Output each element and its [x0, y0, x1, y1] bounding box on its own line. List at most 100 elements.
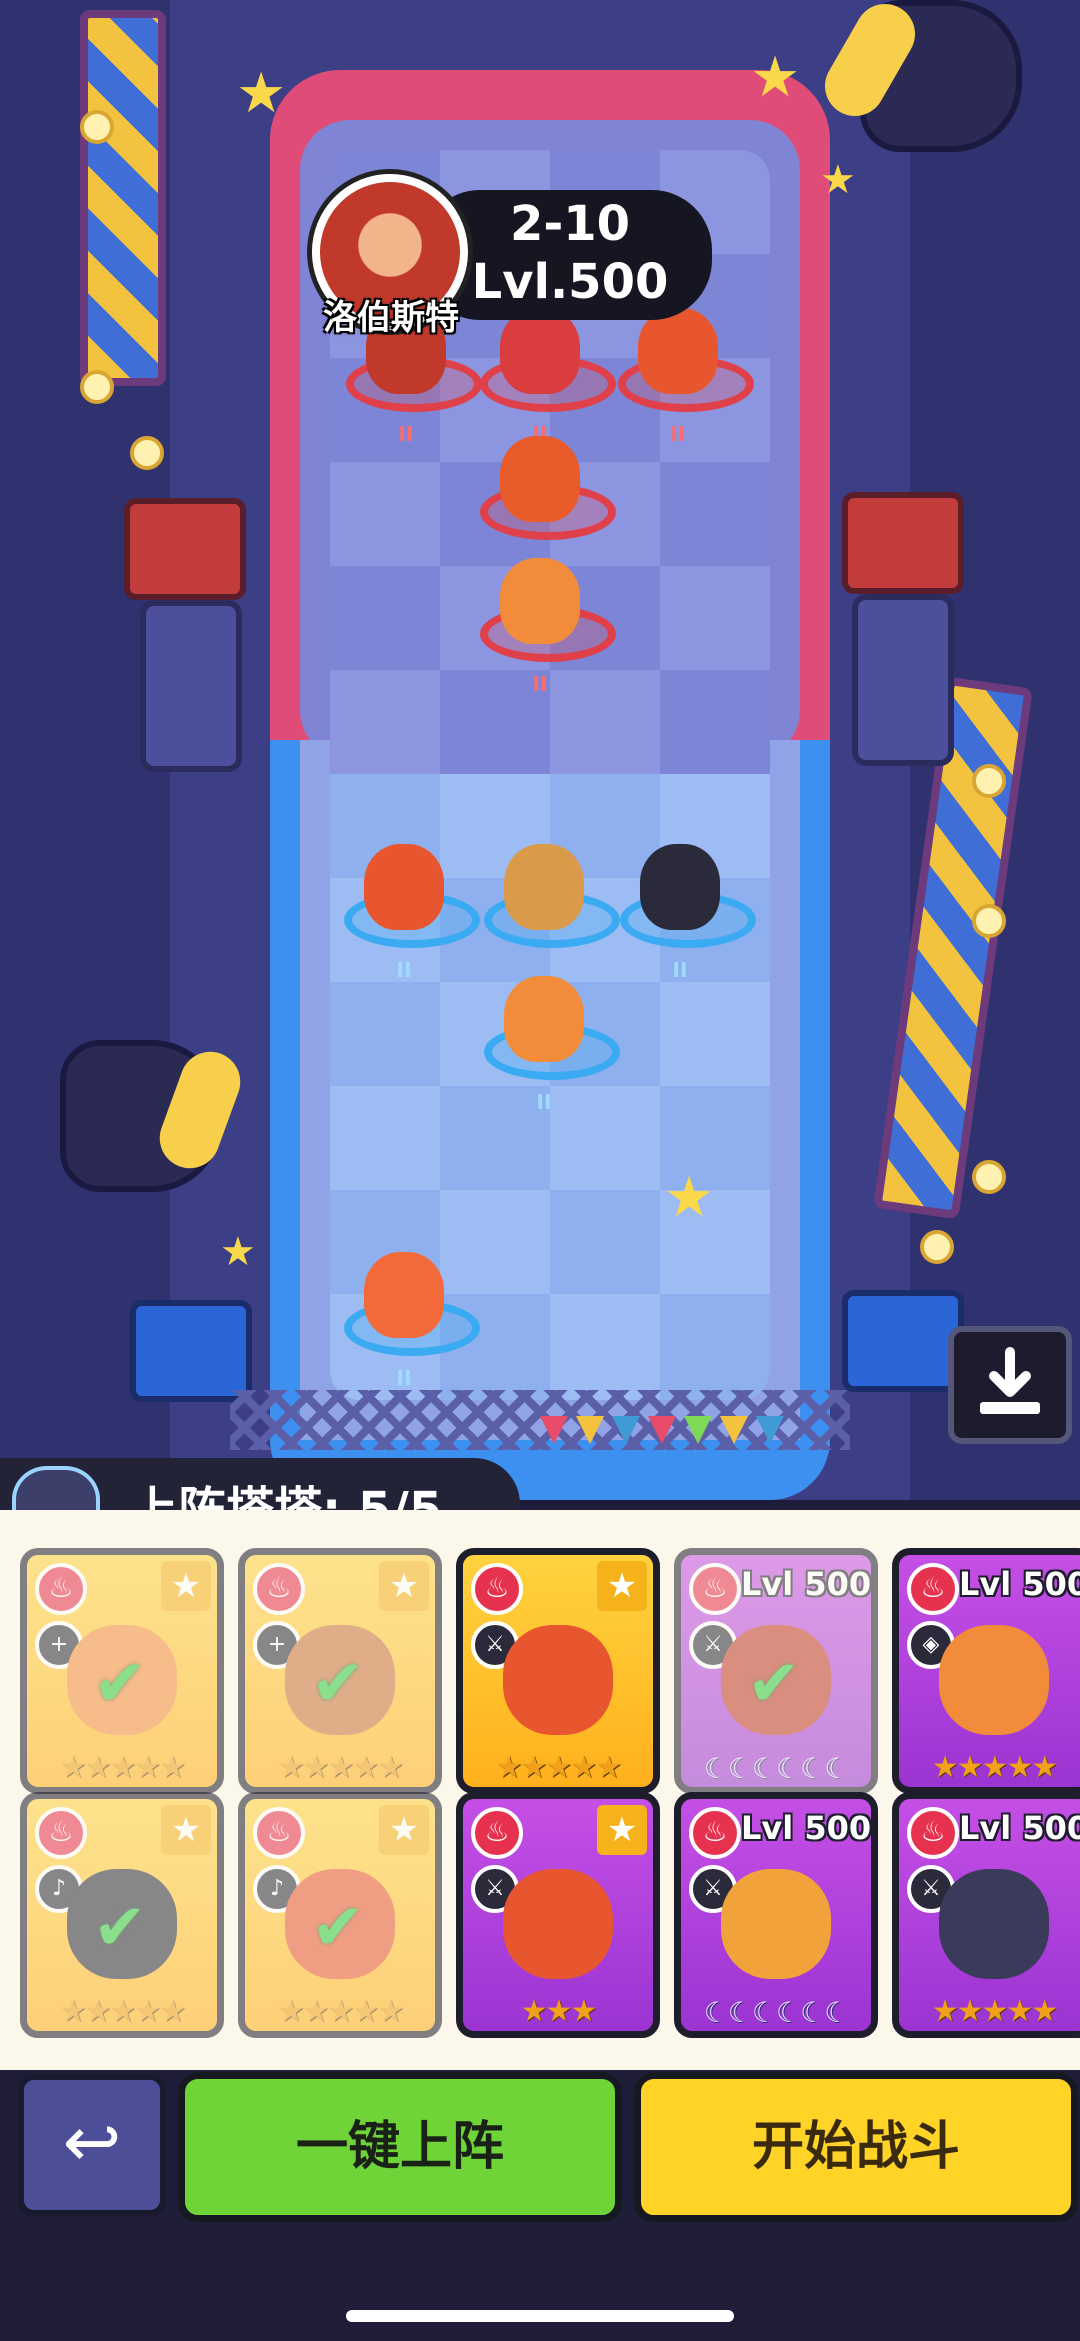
character-portrait — [721, 1869, 831, 1979]
blue-post-cap-right — [842, 1290, 964, 1392]
light-bulb — [972, 1160, 1006, 1194]
board-tile[interactable] — [550, 1294, 660, 1400]
unit-card[interactable]: ♨ ♪ ★ ✔ ★★★★★ — [238, 1792, 442, 2038]
light-bulb — [130, 436, 164, 470]
red-post-cap-left — [124, 498, 246, 600]
star-rating: ★★★★★ — [495, 1750, 622, 1785]
star-badge-icon: ★ — [161, 1805, 211, 1855]
unit-card[interactable]: ♨ + ★ ✔ ★★★★★ — [238, 1548, 442, 1794]
unit-card[interactable]: ♨ ⚔ ★ ★★★ — [456, 1792, 660, 2038]
star-badge-icon: ★ — [597, 1561, 647, 1611]
character-portrait — [503, 1625, 613, 1735]
unit-rank: II — [672, 958, 688, 982]
star-decoration: ★ — [664, 1165, 715, 1230]
red-post-cap-right — [842, 492, 964, 594]
star-rating: ★★★ — [520, 1994, 598, 2029]
board-tile[interactable] — [330, 670, 440, 780]
board-tile[interactable] — [330, 566, 440, 676]
ally-unit[interactable]: II — [484, 950, 620, 1114]
moon-rating: ☾☾☾☾☾☾ — [703, 1996, 850, 2029]
board-tile[interactable] — [330, 462, 440, 572]
board-tile[interactable] — [660, 566, 770, 676]
star-badge-icon: ★ — [379, 1805, 429, 1855]
unit-rank: II — [670, 422, 686, 446]
unit-card[interactable]: ♨ ◈ Lvl 500 ★★★★★ — [892, 1548, 1080, 1794]
star-badge-icon: ★ — [379, 1561, 429, 1611]
unit-card[interactable]: ♨ ⚔ Lvl 500 ★★★★★ — [892, 1792, 1080, 2038]
fire-element-icon: ♨ — [907, 1807, 959, 1859]
fire-element-icon: ♨ — [689, 1563, 741, 1615]
card-level: Lvl 500 — [741, 1565, 872, 1603]
light-bulb — [80, 110, 114, 144]
unit-rank: II — [396, 1366, 412, 1390]
fire-element-icon: ♨ — [253, 1563, 305, 1615]
star-decoration: ★ — [750, 45, 801, 110]
star-badge-icon: ★ — [597, 1805, 647, 1855]
fire-element-icon: ♨ — [471, 1807, 523, 1859]
light-bulb — [80, 370, 114, 404]
home-indicator[interactable] — [346, 2310, 734, 2322]
battle-arena: ★ ★ ★ ★ ★ II II II II II II II II 2-10 L… — [0, 0, 1080, 1500]
board-tile[interactable] — [660, 982, 770, 1092]
board-tile[interactable] — [660, 462, 770, 572]
unit-card[interactable]: ♨ ⚔ ★ ★★★★★ — [456, 1548, 660, 1794]
character-portrait — [939, 1625, 1049, 1735]
ally-unit[interactable]: II — [620, 818, 756, 982]
star-decoration: ★ — [236, 61, 287, 126]
board-tile[interactable] — [550, 1190, 660, 1300]
unit-rank: II — [536, 1090, 552, 1114]
star-rating: ★★★★★ — [277, 1994, 404, 2029]
star-badge-icon: ★ — [161, 1561, 211, 1611]
fire-element-icon: ♨ — [35, 1807, 87, 1859]
card-level: Lvl 500 — [959, 1809, 1080, 1847]
enemy-unit-sprite — [500, 558, 580, 644]
character-portrait — [939, 1869, 1049, 1979]
fire-element-icon: ♨ — [35, 1563, 87, 1615]
enemy-level-label: Lvl.500 — [471, 254, 669, 310]
unit-card[interactable]: ♨ ⚔ Lvl 500 ✔ ☾☾☾☾☾☾ — [674, 1548, 878, 1794]
unit-card[interactable]: ♨ + ★ ✔ ★★★★★ — [20, 1548, 224, 1794]
board-tile[interactable] — [660, 670, 770, 780]
ally-unit[interactable]: II — [344, 1226, 480, 1390]
board-tile[interactable] — [660, 1294, 770, 1400]
ally-unit[interactable] — [484, 818, 620, 948]
fire-element-icon: ♨ — [253, 1807, 305, 1859]
start-battle-button[interactable]: 开始战斗 — [634, 2072, 1078, 2222]
star-rating: ★★★★★ — [931, 1994, 1058, 2029]
enemy-unit[interactable]: II — [480, 532, 616, 696]
check-icon: ✔ — [93, 1891, 147, 1965]
back-button[interactable]: ↩ — [18, 2074, 166, 2216]
moon-rating: ☾☾☾☾☾☾ — [703, 1752, 850, 1785]
ally-unit-sprite — [364, 1252, 444, 1338]
check-icon: ✔ — [311, 1891, 365, 1965]
unit-rank: II — [398, 422, 414, 446]
fire-element-icon: ♨ — [471, 1563, 523, 1615]
board-tile[interactable] — [330, 982, 440, 1092]
enemy-name: 洛伯斯特 — [323, 298, 459, 338]
enemy-unit-sprite — [500, 436, 580, 522]
ally-unit[interactable]: II — [344, 818, 480, 982]
light-bulb — [920, 1230, 954, 1264]
board-tile[interactable] — [330, 1086, 440, 1196]
light-bulb — [972, 764, 1006, 798]
unit-card[interactable]: ♨ ♪ ★ ✔ ★★★★★ — [20, 1792, 224, 2038]
star-decoration: ★ — [220, 1229, 256, 1275]
download-lineup-button[interactable] — [948, 1326, 1072, 1444]
card-level: Lvl 500 — [741, 1809, 872, 1847]
light-bulb — [972, 904, 1006, 938]
character-portrait — [503, 1869, 613, 1979]
auto-deploy-button[interactable]: 一键上阵 — [178, 2072, 622, 2222]
download-icon — [980, 1347, 1040, 1414]
enemy-unit-sprite — [500, 308, 580, 394]
blue-post-cap-left — [130, 1300, 252, 1402]
enemy-unit[interactable] — [480, 410, 616, 540]
unit-rank: II — [396, 958, 412, 982]
card-level: Lvl 500 — [959, 1565, 1080, 1603]
stage-label: 2-10 — [509, 196, 631, 252]
unit-rank: II — [532, 672, 548, 696]
left-post — [140, 600, 242, 772]
unit-card[interactable]: ♨ ⚔ Lvl 500 ☾☾☾☾☾☾ — [674, 1792, 878, 2038]
ally-unit-sprite — [640, 844, 720, 930]
star-rating: ★★★★★ — [59, 1750, 186, 1785]
return-arrow-icon: ↩ — [62, 2101, 122, 2183]
